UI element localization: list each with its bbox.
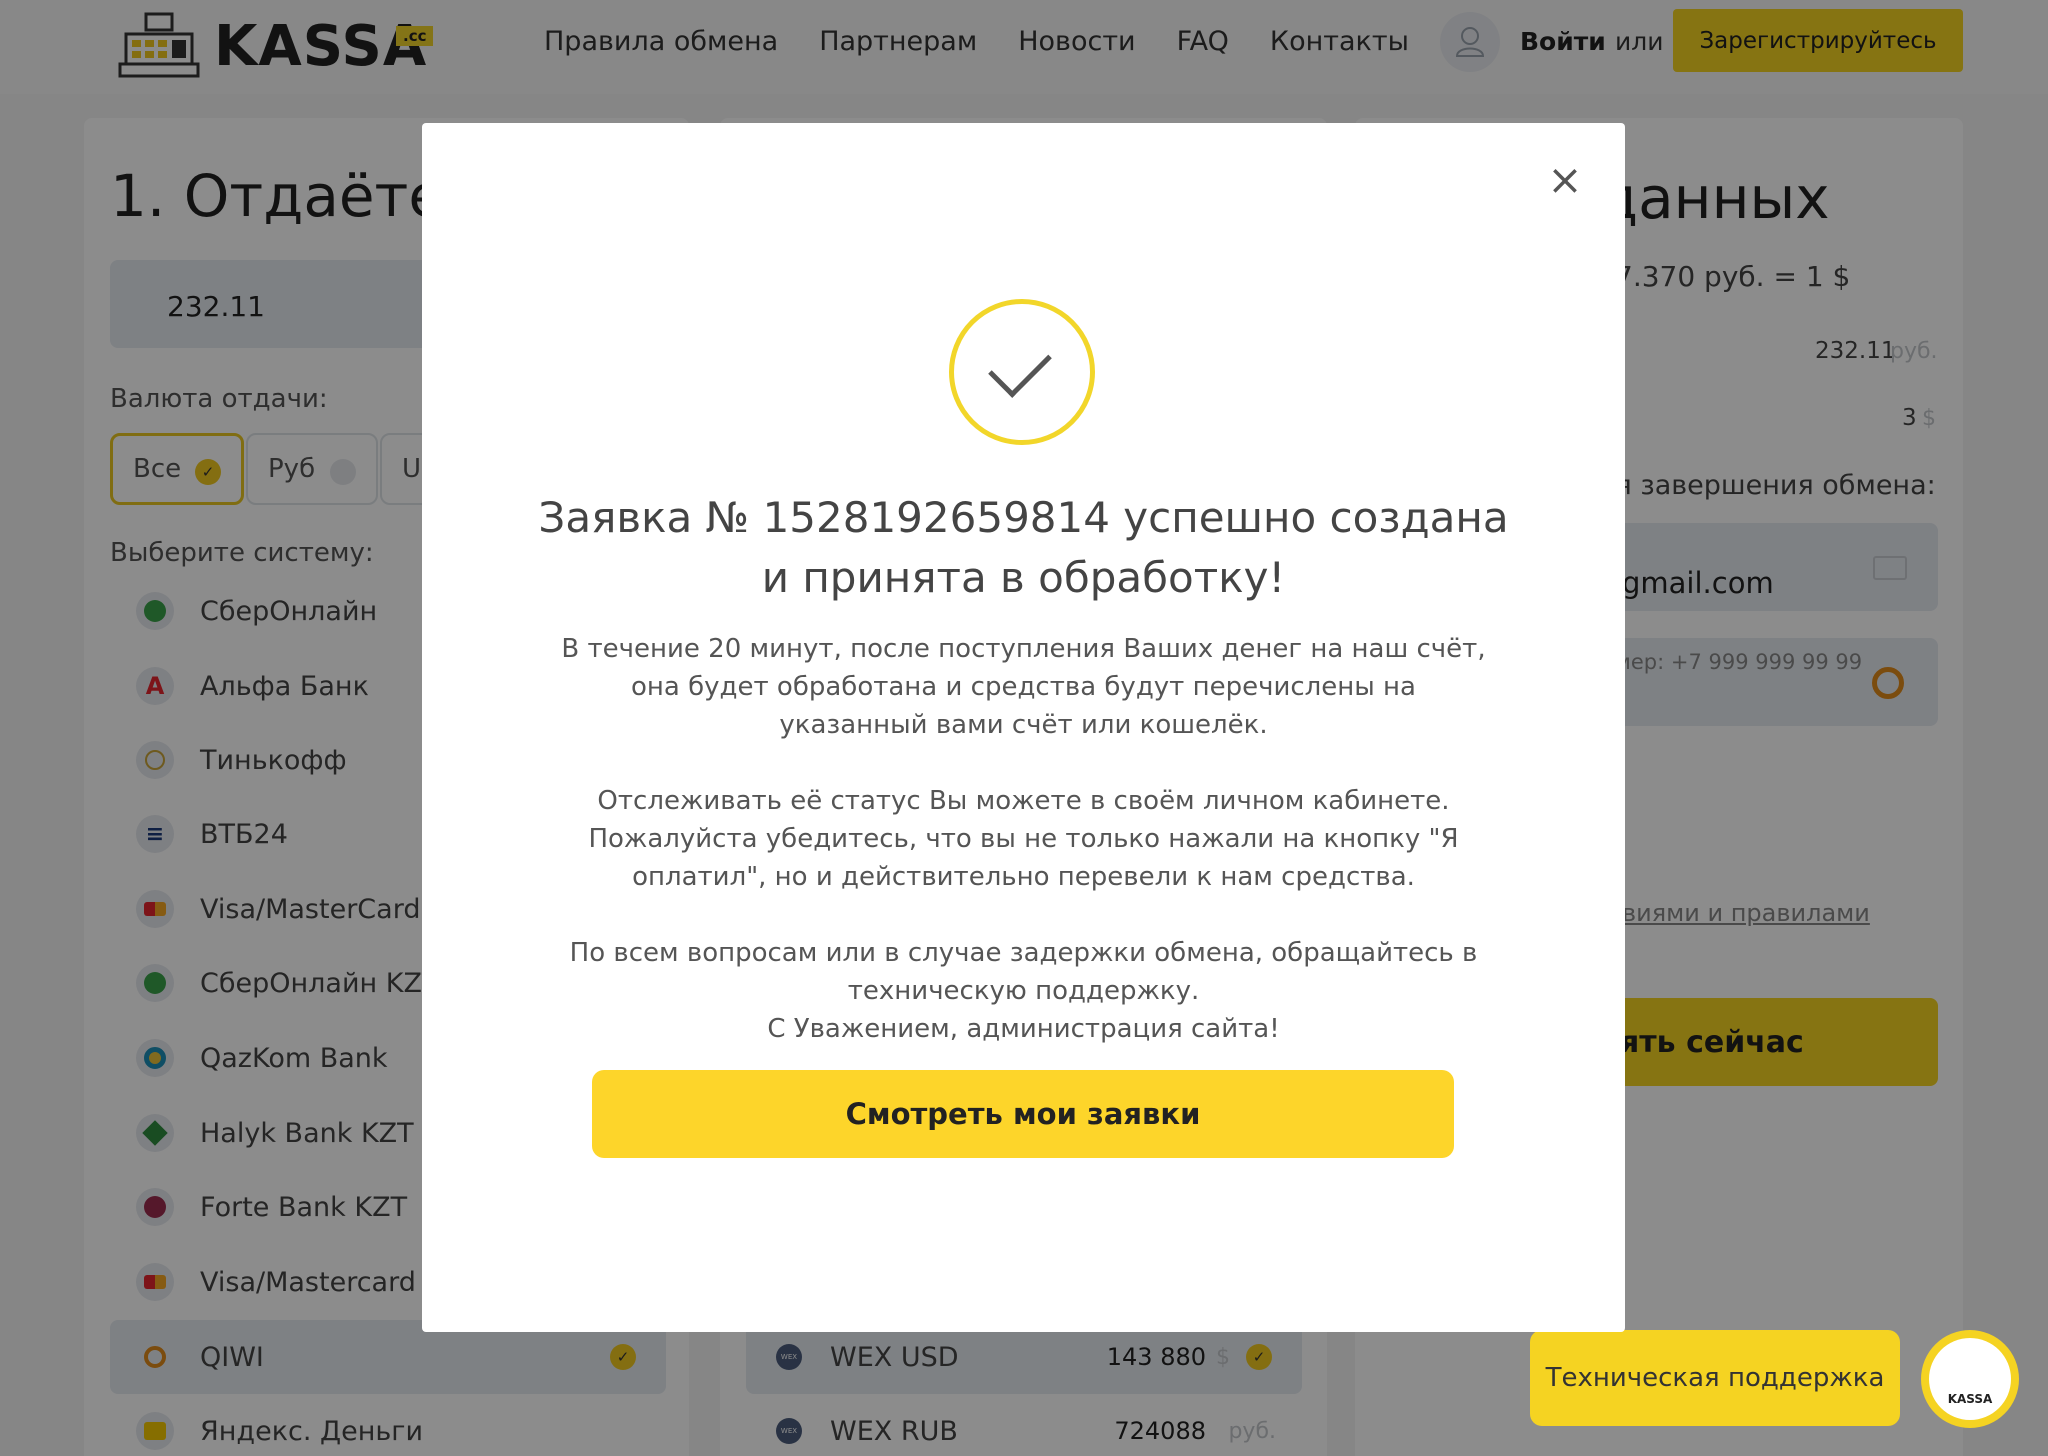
modal-title: Заявка № 1528192659814 успешно создана и… [538, 493, 1509, 602]
support-avatar[interactable]: KASSA [1921, 1330, 2019, 1428]
view-my-requests-button[interactable]: Смотреть мои заявки [592, 1070, 1454, 1158]
support-chat-bubble[interactable]: Техническая поддержка [1530, 1330, 1900, 1426]
close-icon[interactable]: × [1547, 159, 1583, 201]
modal-signature: С Уважением, администрация сайта! [767, 1014, 1280, 1044]
modal-paragraph-processing: В течение 20 минут, после поступления Ва… [561, 634, 1486, 740]
support-avatar-text: KASSA [1947, 1392, 1993, 1406]
support-label: Техническая поддержка [1545, 1363, 1885, 1393]
success-check-icon [949, 299, 1095, 445]
modal-paragraph-support: По всем вопросам или в случае задержки о… [569, 938, 1478, 1006]
modal-paragraph-tracking: Отслеживать её статус Вы можете в своём … [588, 786, 1459, 892]
support-logo-icon: KASSA [1929, 1338, 2011, 1420]
checkmark-icon [988, 334, 1052, 398]
